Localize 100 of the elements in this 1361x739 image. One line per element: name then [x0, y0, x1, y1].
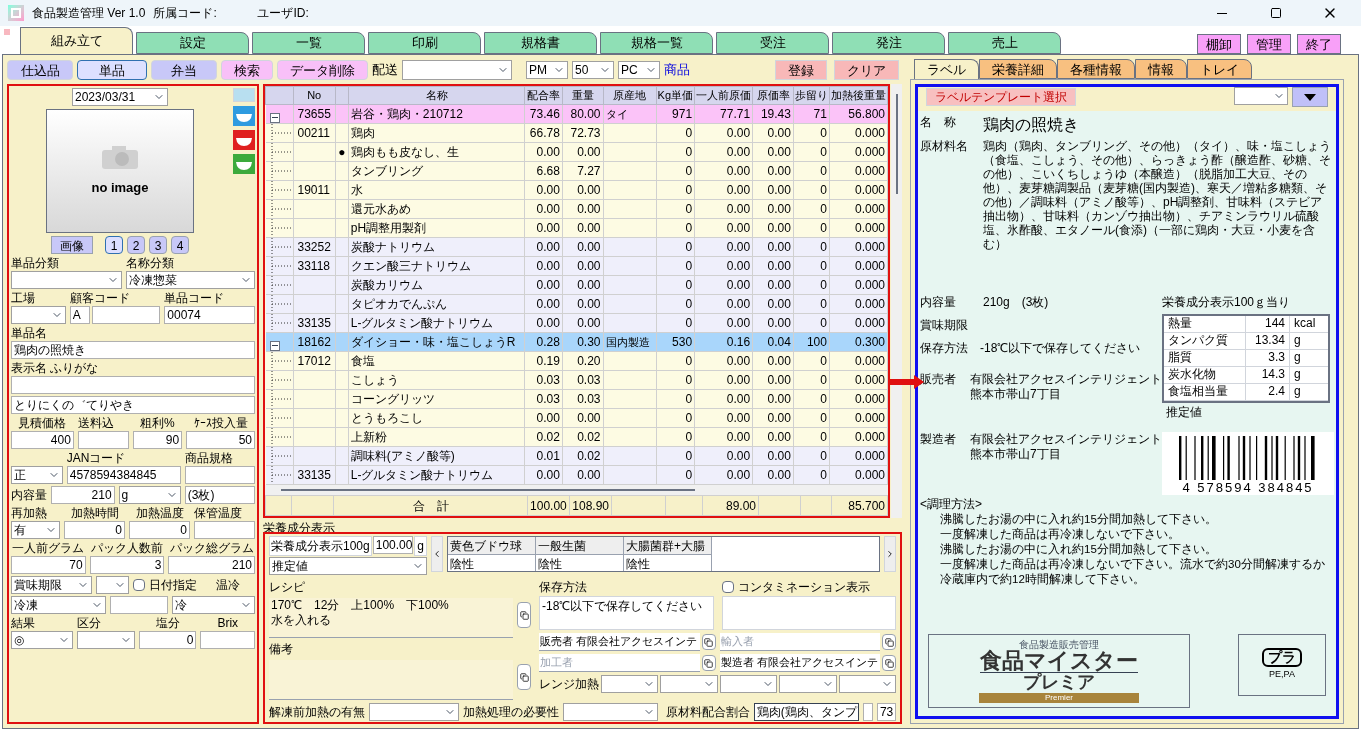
- input-field[interactable]: [11, 376, 255, 394]
- copy-button[interactable]: [882, 634, 896, 650]
- dropdown[interactable]: 50: [572, 61, 614, 79]
- menu-button[interactable]: 管理: [1247, 34, 1291, 54]
- dropdown[interactable]: 冷: [172, 596, 255, 614]
- recipe-textarea[interactable]: 170℃ 12分 上100% 下100% 水を入れる: [269, 598, 513, 638]
- horizontal-scrollbar[interactable]: [265, 485, 888, 495]
- input-field[interactable]: 73: [876, 703, 896, 721]
- input-field[interactable]: 00074: [164, 306, 255, 324]
- table-row[interactable]: タンブリング 6.68 7.27 0 0.00 0.00 0 0.000: [265, 161, 888, 181]
- party-field[interactable]: 販売者 有限会社アクセスインテ: [539, 633, 700, 651]
- tab[interactable]: 発注: [832, 32, 945, 54]
- bowl-icon[interactable]: [233, 154, 255, 174]
- table-row[interactable]: 調味料(アミノ酸等) 0.01 0.02 0 0.00 0.00 0 0.000: [265, 446, 888, 466]
- table-row[interactable]: 33118 クエン酸三ナトリウム 0.00 0.00 0 0.00 0.00 0 0.000: [265, 256, 888, 276]
- input-field[interactable]: [109, 596, 169, 614]
- copy-button[interactable]: [517, 602, 531, 628]
- image-button[interactable]: 画像: [51, 236, 93, 254]
- page-button[interactable]: 2: [127, 236, 145, 254]
- input-field[interactable]: 210: [168, 556, 255, 574]
- table-row[interactable]: コーングリッツ 0.03 0.03 0 0.00 0.00 0 0.000: [265, 389, 888, 409]
- table-row[interactable]: 19011 水 0.00 0.00 0 0.00 0.00 0 0.000: [265, 180, 888, 200]
- input-field[interactable]: とりにくの゛てりやき: [11, 396, 255, 414]
- input-field[interactable]: 3: [89, 556, 165, 574]
- page-button[interactable]: 1: [105, 236, 123, 254]
- tab[interactable]: 一覧: [252, 32, 365, 54]
- column-header[interactable]: 歩留り: [793, 86, 830, 105]
- dropdown[interactable]: PM: [526, 61, 568, 79]
- page-button[interactable]: 4: [171, 236, 189, 254]
- party-field[interactable]: 製造者 有限会社アクセスインテ: [719, 654, 880, 672]
- input-field[interactable]: [200, 631, 255, 649]
- collapse-icon[interactable]: [269, 340, 280, 351]
- input-field[interactable]: [185, 466, 255, 484]
- bowl-icon[interactable]: [233, 106, 255, 126]
- dropdown[interactable]: [563, 703, 658, 721]
- scroll-left-button[interactable]: [431, 536, 443, 572]
- input-field[interactable]: [194, 521, 255, 539]
- collapse-icon[interactable]: [269, 112, 280, 123]
- menu-button[interactable]: 棚卸: [1197, 34, 1241, 54]
- tab[interactable]: トレイ: [1187, 59, 1252, 79]
- tab[interactable]: 規格一覧: [600, 32, 713, 54]
- input-field[interactable]: 50: [186, 431, 255, 449]
- input-field[interactable]: 鶏肉(鶏肉、タンプ: [753, 703, 860, 721]
- dropdown[interactable]: 推定値: [269, 557, 427, 575]
- mode-button[interactable]: 弁当: [151, 60, 217, 80]
- input-field[interactable]: 70: [11, 556, 86, 574]
- table-row[interactable]: 還元水あめ 0.00 0.00 0 0.00 0.00 0 0.000: [265, 199, 888, 219]
- tab[interactable]: 組み立て: [20, 27, 133, 54]
- action-button[interactable]: 登録: [775, 60, 827, 80]
- mode-button[interactable]: 単品: [77, 60, 147, 80]
- dropdown[interactable]: 有: [11, 521, 60, 539]
- column-header[interactable]: Kg単価: [656, 86, 695, 105]
- dropdown[interactable]: 賞味期限: [11, 576, 92, 594]
- table-row[interactable]: とうもろこし 0.00 0.00 0 0.00 0.00 0 0.000: [265, 408, 888, 428]
- table-row[interactable]: 33252 炭酸ナトリウム 0.00 0.00 0 0.00 0.00 0 0.000: [265, 237, 888, 257]
- column-header[interactable]: No: [293, 86, 336, 105]
- table-row[interactable]: 33135 L-グルタミン酸ナトリウム 0.00 0.00 0 0.00 0.00 0 0.000: [265, 313, 888, 333]
- column-header[interactable]: 原価率: [752, 86, 794, 105]
- copy-button[interactable]: [517, 664, 531, 690]
- dropdown[interactable]: [838, 675, 897, 693]
- tab[interactable]: 各種情報: [1057, 59, 1135, 79]
- table-row[interactable]: 18162 ダイショー・味・塩こしょうR 0.28 0.30 国内製造 530 0.16 0.04 100 0.300: [265, 332, 888, 352]
- dropdown[interactable]: [11, 271, 122, 289]
- page-button[interactable]: 3: [149, 236, 167, 254]
- input-field[interactable]: (3枚): [184, 486, 255, 504]
- dropdown[interactable]: g: [118, 486, 181, 504]
- dropdown-button[interactable]: [1292, 87, 1328, 107]
- mode-button[interactable]: 仕込品: [7, 60, 73, 80]
- table-row[interactable]: ● 鶏肉もも皮なし、生 0.00 0.00 0 0.00 0.00 0 0.000: [265, 142, 888, 162]
- input-field[interactable]: 0: [138, 631, 197, 649]
- dropdown[interactable]: 正: [11, 466, 63, 484]
- dropdown[interactable]: [402, 60, 512, 80]
- input-field[interactable]: 0: [129, 521, 190, 539]
- column-header[interactable]: 配合率: [524, 86, 563, 105]
- table-row[interactable]: 33135 L-グルタミン酸ナトリウム 0.00 0.00 0 0.00 0.00 0 0.000: [265, 465, 888, 485]
- dropdown[interactable]: [11, 306, 66, 324]
- dropdown[interactable]: [96, 576, 129, 594]
- action-button[interactable]: 検索: [221, 60, 273, 80]
- dropdown[interactable]: [76, 631, 135, 649]
- bowl-icon[interactable]: [233, 130, 255, 150]
- tab[interactable]: 情報: [1135, 59, 1187, 79]
- copy-button[interactable]: [882, 655, 896, 671]
- vertical-scrollbar[interactable]: [891, 84, 902, 518]
- template-select-button[interactable]: ラベルテンプレート選択: [926, 88, 1076, 106]
- input-field[interactable]: 100.00: [372, 536, 414, 554]
- copy-button[interactable]: [701, 655, 716, 671]
- column-header[interactable]: 一人前原価: [694, 86, 753, 105]
- table-row[interactable]: 炭酸カリウム 0.00 0.00 0 0.00 0.00 0 0.000: [265, 275, 888, 295]
- action-button[interactable]: クリア: [834, 60, 899, 80]
- tab[interactable]: 栄養詳細: [979, 59, 1057, 79]
- copy-button[interactable]: [701, 634, 716, 650]
- input-field[interactable]: 鶏肉の照焼き: [11, 341, 255, 359]
- tab[interactable]: 売上: [948, 32, 1061, 54]
- input-field[interactable]: A: [69, 306, 90, 324]
- action-button[interactable]: データ削除: [277, 60, 368, 80]
- tab[interactable]: 設定: [136, 32, 249, 54]
- column-header[interactable]: 原産地: [603, 86, 657, 105]
- product-link[interactable]: 商品: [664, 60, 690, 80]
- dropdown[interactable]: ◎: [11, 631, 73, 649]
- table-row[interactable]: 00211 鶏肉 66.78 72.73 0 0.00 0.00 0 0.000: [265, 123, 888, 143]
